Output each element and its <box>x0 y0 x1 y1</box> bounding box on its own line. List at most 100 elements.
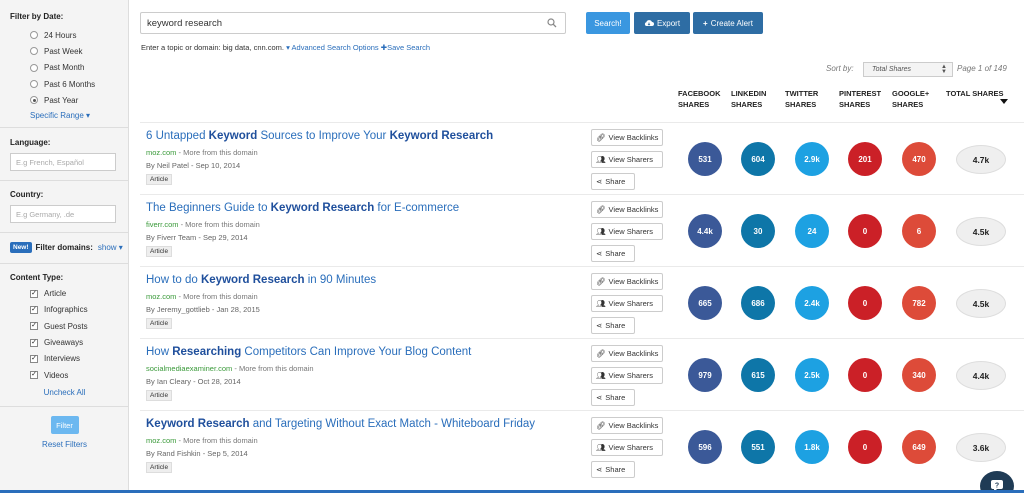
checkbox[interactable]: ✓ <box>30 338 38 347</box>
date-option[interactable]: Past Month <box>10 60 128 76</box>
result-row: Keyword Research and Targeting Without E… <box>140 410 1024 482</box>
domain-link[interactable]: fiverr.com <box>146 220 179 229</box>
radio-button[interactable] <box>30 96 38 105</box>
share-button[interactable]: ⋖ Share <box>591 173 635 190</box>
result-row: How Researching Competitors Can Improve … <box>140 338 1024 410</box>
radio-button[interactable] <box>30 63 38 72</box>
view-backlinks-button[interactable]: 🔗︎ View Backlinks <box>591 345 663 362</box>
google-shares-count: 340 <box>902 358 936 392</box>
share-button[interactable]: ⋖ Share <box>591 317 635 334</box>
search-icon[interactable] <box>547 18 557 28</box>
view-backlinks-button[interactable]: 🔗︎ View Backlinks <box>591 129 663 146</box>
content-type-tag: Article <box>146 462 173 473</box>
share-button[interactable]: ⋖ Share <box>591 461 635 478</box>
result-title-link[interactable]: How Researching Competitors Can Improve … <box>146 346 471 358</box>
view-backlinks-button[interactable]: 🔗︎ View Backlinks <box>591 417 663 434</box>
content-type-option[interactable]: ✓ Interviews <box>10 351 128 367</box>
total-shares-count: 4.7k <box>956 145 1006 174</box>
result-row: 6 Untapped Keyword Sources to Improve Yo… <box>140 122 1024 194</box>
linkedin-shares-count: 686 <box>741 286 775 320</box>
domain-link[interactable]: moz.com <box>146 292 176 301</box>
facebook-shares-count: 4.4k <box>688 214 722 248</box>
view-sharers-button[interactable]: 👥︎ View Sharers <box>591 295 663 312</box>
save-search-link[interactable]: ✚Save Search <box>381 43 430 52</box>
more-from-domain-link[interactable]: - More from this domain <box>232 364 313 373</box>
search-input[interactable]: keyword research <box>140 12 566 34</box>
twitter-shares-count: 1.8k <box>795 430 829 464</box>
date-option[interactable]: Past Year <box>10 92 128 108</box>
share-button[interactable]: ⋖ Share <box>591 389 635 406</box>
result-row: The Beginners Guide to Keyword Research … <box>140 194 1024 266</box>
radio-button[interactable] <box>30 31 38 40</box>
share-icon: ⋖ <box>596 393 603 402</box>
total-column-header[interactable]: TOTAL SHARES <box>946 88 1004 99</box>
result-domain: moz.com - More from this domain <box>146 148 258 157</box>
specific-range-link[interactable]: Specific Range ▾ <box>30 111 90 120</box>
result-title-link[interactable]: The Beginners Guide to Keyword Research … <box>146 202 459 214</box>
checkbox[interactable]: ✓ <box>30 371 38 380</box>
search-button[interactable]: Search! <box>586 12 630 34</box>
date-option[interactable]: Past 6 Months <box>10 76 128 92</box>
content-type-option[interactable]: ✓ Giveaways <box>10 334 128 350</box>
more-from-domain-link[interactable]: - More from this domain <box>176 436 258 445</box>
result-author: By Fiverr Team - Sep 29, 2014 <box>146 233 248 242</box>
checkbox[interactable]: ✓ <box>30 289 38 298</box>
radio-button[interactable] <box>30 47 38 56</box>
advanced-search-link[interactable]: ▾ Advanced Search Options <box>286 43 379 52</box>
sort-by-label: Sort by: <box>826 64 854 73</box>
date-option-label: Past Week <box>44 46 83 56</box>
date-option[interactable]: Past Week <box>10 43 128 59</box>
view-backlinks-button[interactable]: 🔗︎ View Backlinks <box>591 273 663 290</box>
radio-button[interactable] <box>30 80 38 89</box>
domain-link[interactable]: socialmediaexaminer.com <box>146 364 232 373</box>
twitter-column-header[interactable]: TWITTER SHARES <box>785 88 818 110</box>
link-icon: 🔗︎ <box>596 349 606 358</box>
view-sharers-button[interactable]: 👥︎ View Sharers <box>591 151 663 168</box>
new-badge: New! <box>10 242 32 254</box>
country-input[interactable]: E.g Germany, .de <box>10 205 116 224</box>
filter-button[interactable]: Filter <box>50 416 79 435</box>
share-button[interactable]: ⋖ Share <box>591 245 635 262</box>
view-sharers-button[interactable]: 👥︎ View Sharers <box>591 223 663 240</box>
content-type-title: Content Type: <box>10 273 64 283</box>
sort-select[interactable]: Total Shares ▲ ▼ <box>863 62 953 77</box>
more-from-domain-link[interactable]: - More from this domain <box>179 220 260 229</box>
result-title-link[interactable]: 6 Untapped Keyword Sources to Improve Yo… <box>146 130 493 142</box>
facebook-column-header[interactable]: FACEBOOK SHARES <box>678 88 721 110</box>
checkbox[interactable]: ✓ <box>30 354 38 363</box>
view-backlinks-button[interactable]: 🔗︎ View Backlinks <box>591 201 663 218</box>
export-button[interactable]: Export <box>634 12 690 34</box>
result-title-link[interactable]: Keyword Research and Targeting Without E… <box>146 418 535 430</box>
date-option-label: 24 Hours <box>44 30 77 40</box>
show-domains-link[interactable]: show ▾ <box>98 243 123 252</box>
checkbox[interactable]: ✓ <box>30 322 38 331</box>
content-type-option[interactable]: ✓ Article <box>10 285 128 301</box>
sort-desc-icon[interactable] <box>1000 99 1008 104</box>
google-shares-count: 6 <box>902 214 936 248</box>
reset-filters-link[interactable]: Reset Filters <box>42 440 87 449</box>
result-title-link[interactable]: How to do Keyword Research in 90 Minutes <box>146 274 376 286</box>
content-type-option[interactable]: ✓ Guest Posts <box>10 318 128 334</box>
facebook-shares-count: 531 <box>688 142 722 176</box>
twitter-shares-count: 2.5k <box>795 358 829 392</box>
create-alert-button[interactable]: + Create Alert <box>693 12 763 34</box>
domain-link[interactable]: moz.com <box>146 436 176 445</box>
date-option[interactable]: 24 Hours <box>10 27 128 43</box>
twitter-shares-count: 2.9k <box>795 142 829 176</box>
content-type-option[interactable]: ✓ Infographics <box>10 302 128 318</box>
uncheck-all-link[interactable]: Uncheck All <box>44 388 86 397</box>
more-from-domain-link[interactable]: - More from this domain <box>176 292 258 301</box>
content-type-option[interactable]: ✓ Videos <box>10 367 128 383</box>
linkedin-shares-count: 604 <box>741 142 775 176</box>
linkedin-shares-count: 30 <box>741 214 775 248</box>
view-sharers-button[interactable]: 👥︎ View Sharers <box>591 439 663 456</box>
view-sharers-button[interactable]: 👥︎ View Sharers <box>591 367 663 384</box>
language-input[interactable]: E.g French, Español <box>10 153 116 172</box>
pinterest-column-header[interactable]: PINTEREST SHARES <box>839 88 881 110</box>
domain-link[interactable]: moz.com <box>146 148 176 157</box>
google-column-header[interactable]: GOOGLE+ SHARES <box>892 88 929 110</box>
linkedin-column-header[interactable]: LINKEDIN SHARES <box>731 88 766 110</box>
date-option-label: Past Month <box>44 63 85 73</box>
more-from-domain-link[interactable]: - More from this domain <box>176 148 258 157</box>
checkbox[interactable]: ✓ <box>30 305 38 314</box>
